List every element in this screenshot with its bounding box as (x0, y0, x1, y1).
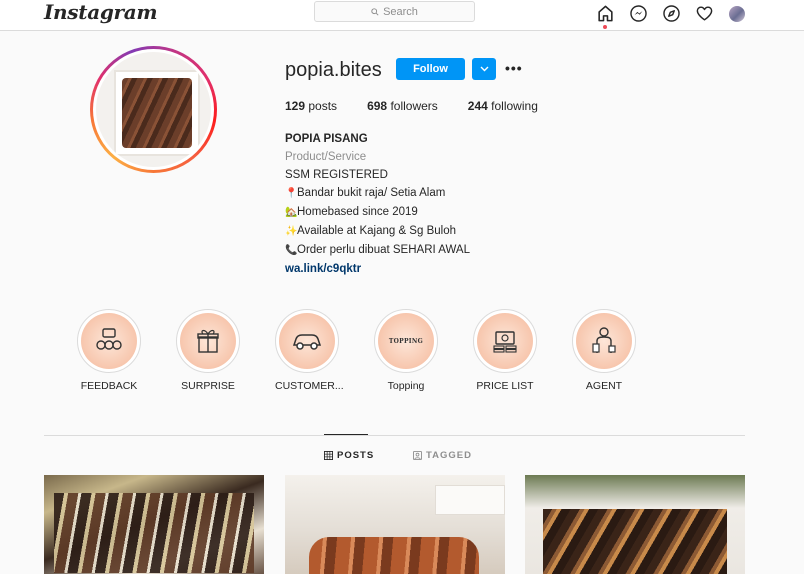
profile-bio: POPIA PISANG Product/Service SSM REGISTE… (285, 130, 470, 278)
post-thumbnail[interactable] (44, 475, 264, 574)
topping-icon: TOPPING (388, 337, 424, 345)
messenger-icon (629, 4, 647, 22)
follow-button[interactable]: Follow (396, 58, 465, 80)
home-button[interactable] (594, 2, 616, 29)
posts-count: 129 posts (285, 99, 338, 113)
active-indicator-dot (603, 25, 607, 29)
tab-tagged[interactable]: TAGGED (413, 450, 472, 461)
instagram-logo[interactable]: Instagram (44, 0, 158, 24)
bio-line: ✨Available at Kajang & Sg Buloh (285, 222, 470, 241)
search-input[interactable]: Search (314, 1, 475, 22)
bio-name: POPIA PISANG (285, 133, 368, 145)
bio-category: Product/Service (285, 151, 367, 163)
following-count[interactable]: 244 following (468, 99, 538, 113)
highlight-label: PRICE LIST (476, 380, 534, 392)
chevron-down-icon (480, 66, 488, 72)
highlight-label: Topping (387, 380, 425, 392)
bio-line: SSM REGISTERED (285, 169, 388, 181)
explore-button[interactable] (660, 2, 682, 24)
highlight-topping[interactable]: TOPPING Topping (374, 309, 438, 392)
highlight-label: CUSTOMER... (275, 380, 344, 392)
followers-count[interactable]: 698 followers (367, 99, 438, 113)
home-icon (597, 5, 613, 21)
agent-icon (592, 327, 616, 353)
gift-icon (197, 329, 219, 353)
profile-stats: 129 posts 698 followers 244 following (285, 99, 568, 113)
highlight-surprise[interactable]: SURPRISE (176, 309, 240, 392)
highlight-price-list[interactable]: PRICE LIST (473, 309, 537, 392)
bio-link[interactable]: wa.link/c9qktr (285, 260, 470, 278)
sparkle-icon: ✨ (285, 226, 298, 237)
search-placeholder: Search (383, 5, 418, 18)
car-icon (292, 334, 322, 350)
highlight-label: FEEDBACK (80, 380, 138, 392)
highlight-label: AGENT (585, 380, 623, 392)
tag-icon (413, 451, 422, 460)
bio-line: 📍Bandar bukit raja/ Setia Alam (285, 184, 470, 203)
money-icon (493, 331, 517, 353)
suggested-accounts-button[interactable] (472, 58, 496, 80)
house-icon: 🏡 (285, 207, 298, 218)
post-thumbnail[interactable] (285, 475, 505, 574)
highlight-label: SURPRISE (181, 380, 235, 392)
highlight-agent[interactable]: AGENT (572, 309, 636, 392)
more-options-button[interactable]: ••• (505, 60, 523, 76)
bio-line: 📞Order perlu dibuat SEHARI AWAL (285, 241, 470, 260)
highlight-feedback[interactable]: FEEDBACK (77, 309, 141, 392)
phone-icon: 📞 (285, 245, 298, 256)
post-thumbnail[interactable] (525, 475, 745, 574)
profile-button[interactable] (726, 2, 748, 24)
tab-posts[interactable]: POSTS (324, 450, 374, 461)
profile-picture (96, 52, 211, 167)
active-tab-indicator (324, 434, 368, 435)
feedback-icon (96, 328, 122, 350)
profile-username: popia.bites (285, 59, 382, 81)
search-icon (371, 7, 379, 16)
heart-icon (696, 5, 712, 21)
profile-avatar-ring[interactable] (90, 46, 217, 173)
pin-icon: 📍 (285, 188, 298, 199)
messenger-button[interactable] (627, 2, 649, 24)
highlight-customer[interactable]: CUSTOMER... (275, 309, 344, 392)
tabs-divider (44, 435, 745, 436)
grid-icon (324, 451, 333, 460)
compass-icon (662, 4, 680, 22)
avatar (729, 6, 745, 22)
story-highlights: FEEDBACK SURPRISE CUSTOMER... TOPPING To… (77, 309, 671, 392)
top-navigation-bar: Instagram Search (0, 0, 804, 31)
bio-line: 🏡Homebased since 2019 (285, 203, 470, 222)
nav-icons (594, 2, 759, 29)
activity-button[interactable] (693, 2, 715, 24)
